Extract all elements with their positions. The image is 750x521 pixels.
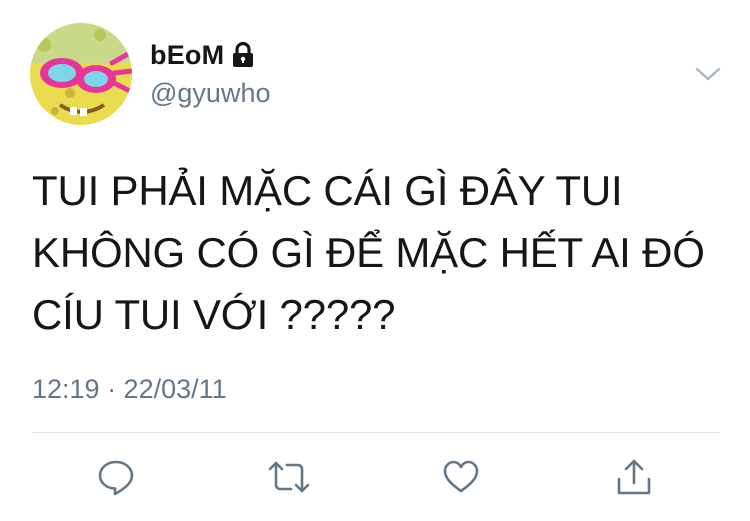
- divider: [32, 432, 720, 433]
- tweet-text-line: KHÔNG CÓ GÌ ĐỂ MẶC HẾT AI ĐÓ: [32, 229, 705, 276]
- timestamp[interactable]: 12:19 · 22/03/11: [32, 374, 227, 405]
- tweet-text-line: CÍU TUI VỚI ?????: [32, 291, 396, 338]
- reply-button[interactable]: [94, 455, 138, 499]
- lock-icon: [232, 41, 254, 68]
- display-name-row[interactable]: bEoM: [150, 40, 254, 71]
- user-handle[interactable]: @gyuwho: [150, 78, 270, 109]
- tweet-text-line: TUI PHẢI MẶC CÁI GÌ ĐÂY TUI: [32, 167, 623, 214]
- like-button[interactable]: [439, 455, 483, 499]
- chevron-down-icon[interactable]: [694, 64, 722, 84]
- avatar-image: [30, 23, 132, 125]
- retweet-icon: [268, 461, 310, 493]
- share-icon: [617, 459, 651, 495]
- avatar[interactable]: [30, 23, 132, 125]
- share-button[interactable]: [612, 455, 656, 499]
- heart-icon: [443, 460, 479, 493]
- reply-icon: [98, 460, 134, 496]
- retweet-button[interactable]: [267, 455, 311, 499]
- display-name: bEoM: [150, 40, 225, 70]
- tweet-text: TUI PHẢI MẶC CÁI GÌ ĐÂY TUI KHÔNG CÓ GÌ …: [32, 160, 722, 346]
